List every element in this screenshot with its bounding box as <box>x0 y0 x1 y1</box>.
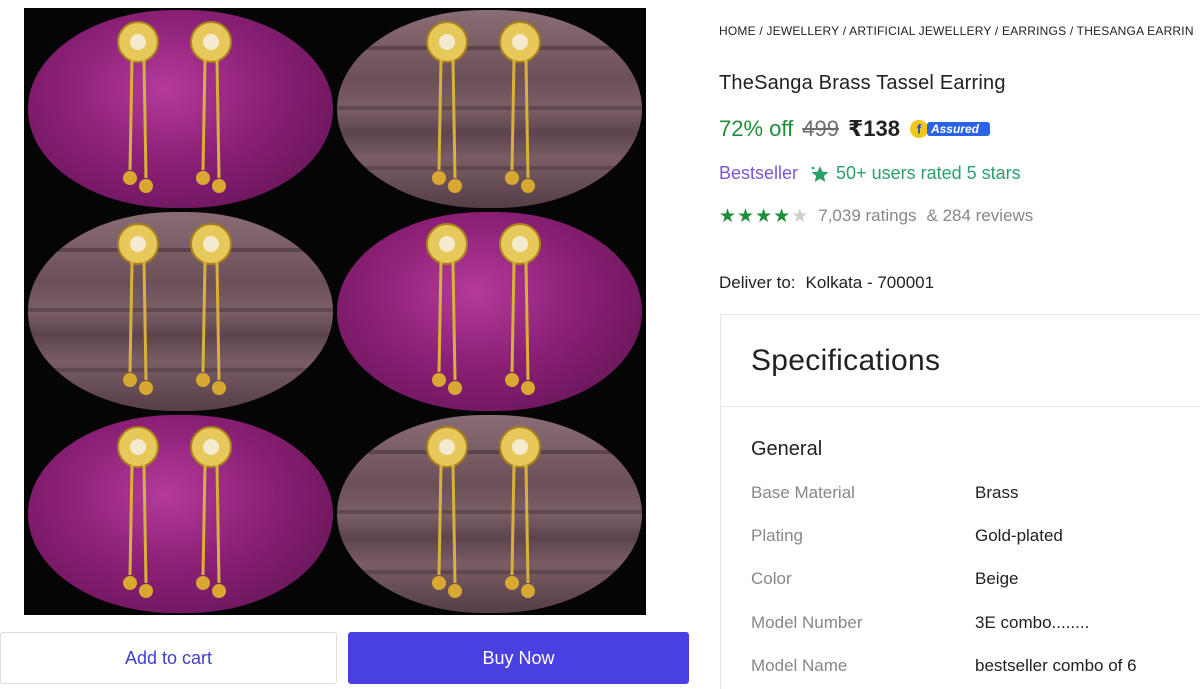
earring-icon <box>425 223 468 396</box>
delivery-row[interactable]: Deliver to: Kolkata - 700001 <box>719 273 934 293</box>
spec-value: 3E combo........ <box>975 613 1090 632</box>
buy-now-button[interactable]: Buy Now <box>348 632 689 684</box>
spec-key: Model Number <box>751 613 863 632</box>
spec-key: Color <box>751 569 792 588</box>
assured-badge: f Assured <box>909 119 1039 139</box>
specifications-card: Specifications General Base Material Bra… <box>720 314 1200 689</box>
price-row: 72% off 499 ₹138 f Assured <box>719 116 1039 142</box>
earring-photo-2 <box>337 10 642 209</box>
bestseller-badge: Bestseller <box>719 163 799 183</box>
spec-row: Plating Gold-plated <box>751 526 1063 546</box>
earring-icon <box>190 425 232 598</box>
earring-photo-5 <box>28 414 333 613</box>
earring-icon <box>499 425 541 598</box>
star-icon: ★ <box>719 205 737 227</box>
spec-row: Model Name bestseller combo of 6 <box>751 656 1137 676</box>
product-title: TheSanga Brass Tassel Earring <box>719 72 1006 94</box>
earring-icon <box>499 21 541 193</box>
earring-photo-4 <box>337 212 642 411</box>
spec-key: Base Material <box>751 483 855 502</box>
spec-value: bestseller combo of 6 <box>975 656 1137 675</box>
spec-row: Base Material Brass <box>751 483 1018 503</box>
star-rating: ★ ★ ★ ★ ★ <box>719 207 808 226</box>
earring-photo-3 <box>28 212 333 411</box>
badge-row: Bestseller 50+ users rated 5 stars <box>719 163 1021 184</box>
svg-text:f: f <box>917 122 922 137</box>
earring-photo-1 <box>28 10 333 209</box>
spec-value: Gold-plated <box>975 526 1063 545</box>
assured-label: Assured <box>930 122 979 136</box>
delivery-label: Deliver to: <box>719 273 796 292</box>
earring-icon <box>190 21 232 193</box>
breadcrumb-item-home[interactable]: HOME <box>719 24 756 38</box>
star-icon: ★ <box>755 205 773 227</box>
reviews-count[interactable]: & 284 reviews <box>927 206 1034 226</box>
spec-value: Brass <box>975 483 1019 502</box>
breadcrumb-item-current: THESANGA EARRIN <box>1076 24 1194 38</box>
breadcrumb-item-earrings[interactable]: EARRINGS <box>1002 24 1066 38</box>
breadcrumb-item-jewellery[interactable]: JEWELLERY <box>766 24 839 38</box>
star-icon: ★ <box>737 205 755 227</box>
star-icon: ★ <box>773 205 791 227</box>
product-image[interactable] <box>24 8 646 615</box>
earring-photo-6 <box>337 414 642 613</box>
spec-key: Model Name <box>751 656 848 675</box>
rated-badge: 50+ users rated 5 stars <box>810 163 1021 184</box>
add-to-cart-button[interactable]: Add to cart <box>0 632 337 684</box>
delivery-location[interactable]: Kolkata - 700001 <box>806 273 935 293</box>
earring-icon <box>499 223 541 396</box>
spec-value: Beige <box>975 569 1019 588</box>
spec-row: Model Number 3E combo........ <box>751 613 1089 633</box>
earring-icon <box>190 223 232 396</box>
earring-icon <box>116 21 159 193</box>
discount-percent: 72% off <box>719 116 794 141</box>
rated-text: 50+ users rated 5 stars <box>836 163 1021 183</box>
earring-icon <box>116 223 159 396</box>
spec-group-title: General <box>751 438 823 460</box>
earring-icon <box>425 425 468 598</box>
star-icon: ★ <box>791 205 809 227</box>
specifications-heading: Specifications <box>721 315 1200 407</box>
earring-collage <box>24 8 646 615</box>
original-price: 499 <box>802 116 839 141</box>
earring-icon <box>116 425 159 598</box>
sparkle-star-icon <box>811 165 829 182</box>
ratings-count[interactable]: 7,039 ratings <box>818 206 916 226</box>
spec-row: Color Beige <box>751 569 1018 589</box>
rating-row: ★ ★ ★ ★ ★ 7,039 ratings & 284 reviews <box>719 206 1033 226</box>
breadcrumb-item-artificial-jewellery[interactable]: ARTIFICIAL JEWELLERY <box>849 24 991 38</box>
spec-key: Plating <box>751 526 803 545</box>
earring-icon <box>425 21 468 193</box>
breadcrumb: HOME / JEWELLERY / ARTIFICIAL JEWELLERY … <box>719 24 1194 38</box>
selling-price: ₹138 <box>847 116 900 141</box>
